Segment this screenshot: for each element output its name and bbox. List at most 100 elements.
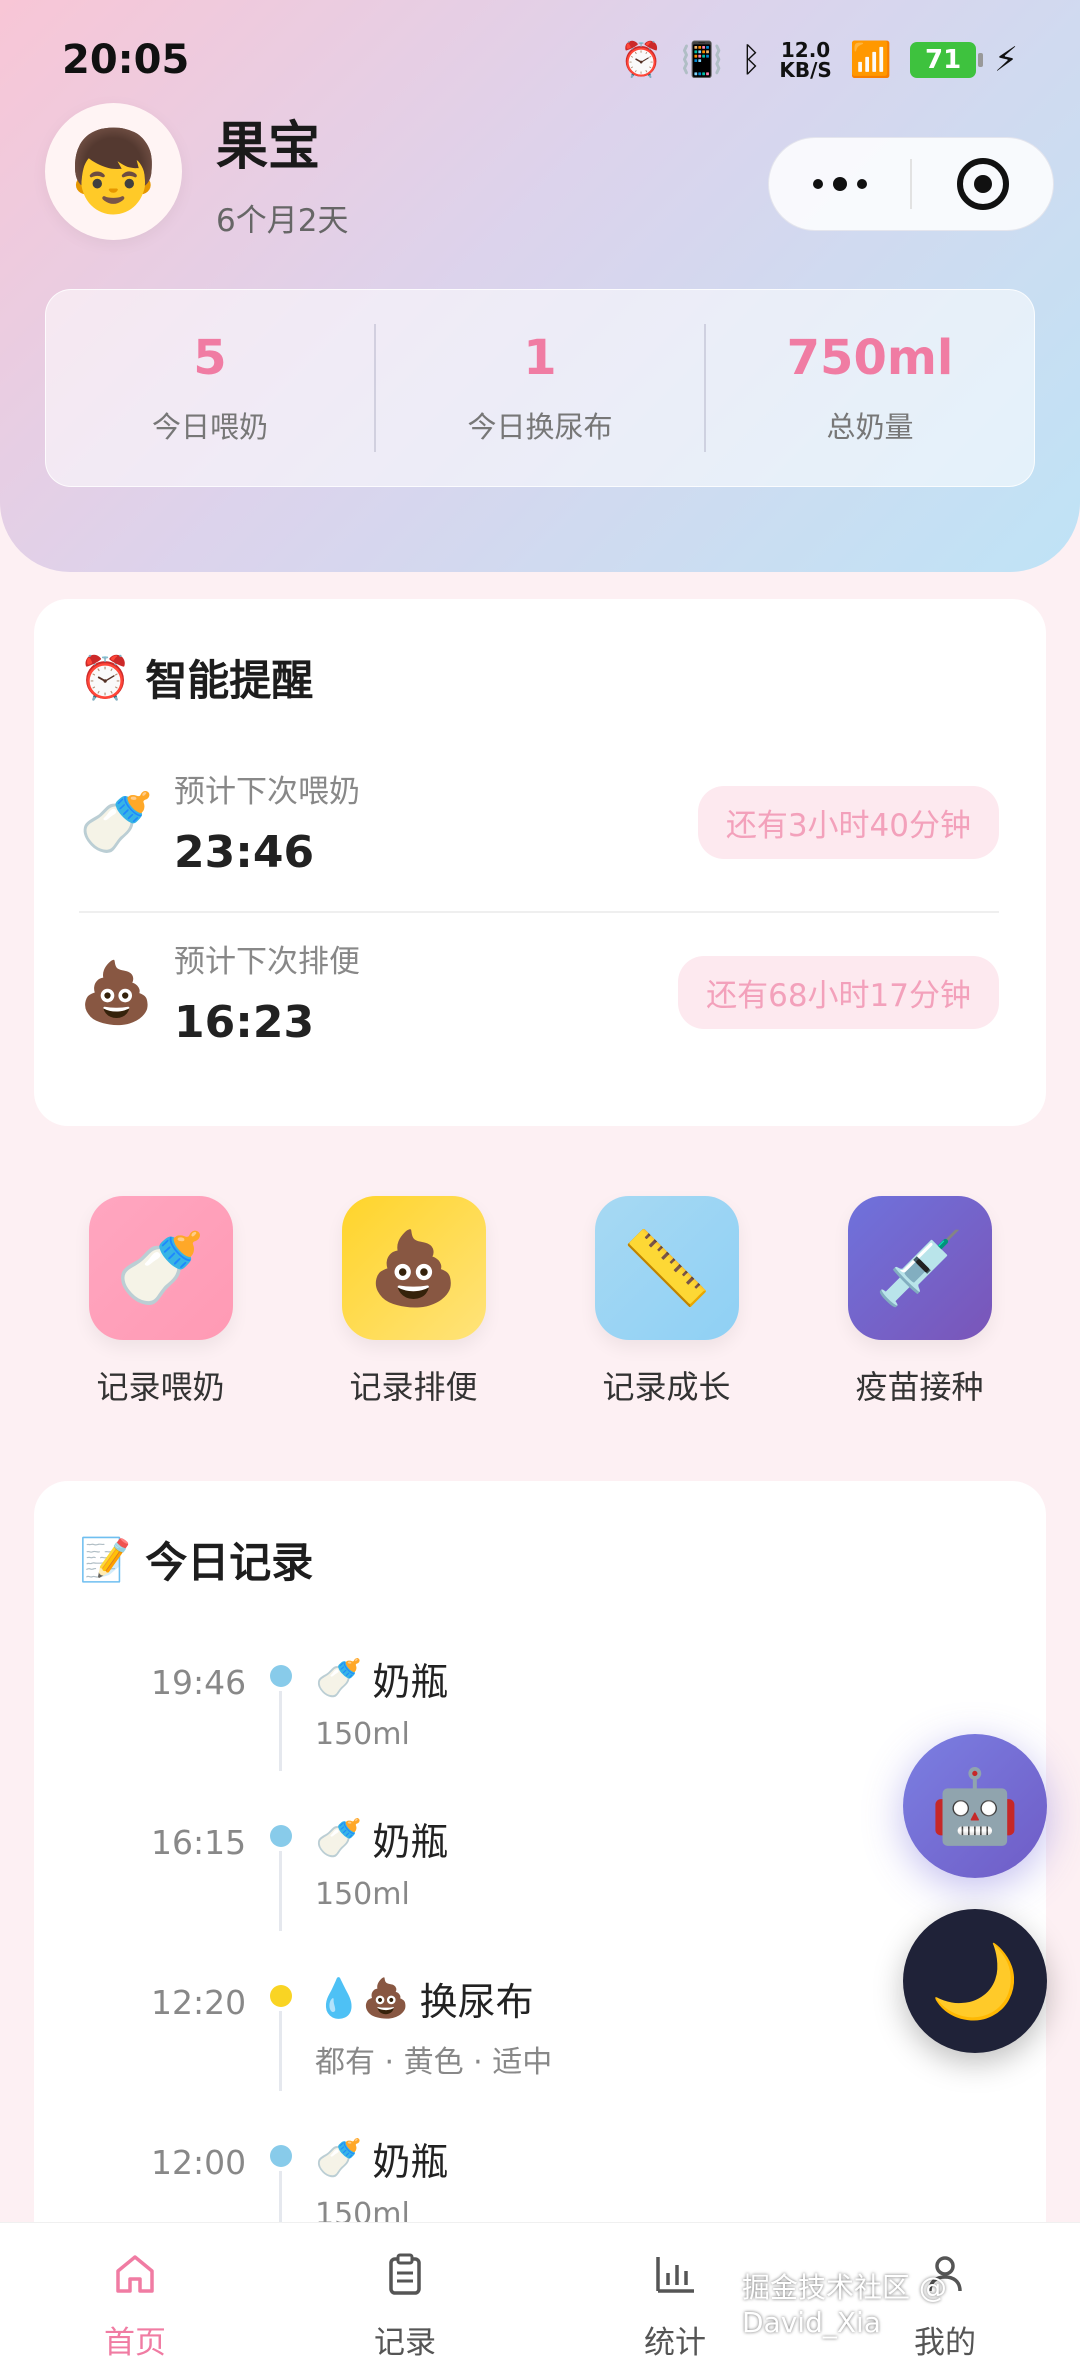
clipboard-icon	[382, 2251, 428, 2297]
tab-label: 首页	[104, 2325, 166, 2361]
summary-feedings: 5 今日喂奶	[46, 330, 374, 446]
reminder-text: 预计下次排便 16:23	[174, 936, 678, 1048]
robot-icon: 🤖	[930, 1763, 1020, 1848]
record-detail: 150ml	[315, 1877, 410, 1912]
tab-home[interactable]: 首页	[0, 2223, 270, 2376]
timeline-item[interactable]: 16:15 🍼 奶瓶 150ml	[79, 1811, 979, 1971]
record-time: 12:20	[151, 1983, 247, 2022]
miniprogram-capsule	[768, 137, 1054, 231]
records-timeline: 19:46 🍼 奶瓶 150ml 16:15 🍼 奶瓶 150ml 12:20	[79, 1651, 979, 2291]
record-title-text: 奶瓶	[372, 1660, 449, 1704]
baby-bottle-icon: 🍼	[79, 787, 154, 858]
status-time: 20:05	[62, 37, 190, 83]
target-icon	[956, 158, 1009, 210]
net-speed: 12.0 KB/S	[779, 40, 831, 80]
baby-bottle-icon: 🍼	[88, 1196, 233, 1340]
status-bar: 20:05 ⏰ 📳 ᛒ 12.0 KB/S 📶 71 ⚡	[0, 0, 1080, 120]
vaccination-button[interactable]: 💉 疫苗接种	[820, 1196, 1020, 1416]
record-title: 🍼 奶瓶	[315, 2131, 448, 2186]
alarm-icon: ⏰	[620, 40, 663, 80]
avatar[interactable]: 👦	[45, 103, 182, 240]
memo-icon: 📝	[79, 1534, 132, 1584]
reminder-title: ⏰ 智能提醒	[79, 647, 313, 708]
timeline-dot	[270, 1665, 292, 1687]
timeline-item[interactable]: 19:46 🍼 奶瓶 150ml	[79, 1651, 979, 1811]
reminder-time: 23:46	[174, 827, 315, 878]
record-time: 19:46	[151, 1663, 247, 1702]
reminder-next-feeding[interactable]: 🍼 预计下次喂奶 23:46 还有3小时40分钟	[79, 747, 999, 897]
baby-profile[interactable]: 👦 果宝 6个月2天	[45, 103, 348, 240]
more-dots-icon	[812, 177, 867, 191]
summary-value: 750ml	[786, 330, 954, 386]
summary-label: 今日喂奶	[151, 410, 268, 444]
record-title: 🍼 奶瓶	[315, 1651, 448, 1706]
charging-icon: ⚡	[994, 40, 1018, 80]
countdown-badge: 还有3小时40分钟	[697, 785, 999, 859]
quick-actions: 🍼 记录喂奶 💩 记录排便 📏 记录成长 💉 疫苗接种	[34, 1196, 1046, 1416]
watermark: 掘金技术社区 @ David_Xia	[742, 2271, 947, 2339]
reminder-label: 预计下次排便	[174, 944, 360, 980]
more-button[interactable]	[769, 138, 910, 230]
record-stool-button[interactable]: 💩 记录排便	[314, 1196, 514, 1416]
droplet-poop-icon: 💧💩	[315, 1976, 410, 2020]
timeline-dot	[270, 2145, 292, 2167]
baby-bottle-icon: 🍼	[315, 1816, 363, 1860]
summary-value: 5	[193, 330, 227, 386]
record-detail: 150ml	[315, 1717, 410, 1752]
net-speed-value: 12.0	[780, 38, 831, 62]
record-growth-button[interactable]: 📏 记录成长	[567, 1196, 767, 1416]
syringe-icon: 💉	[847, 1196, 992, 1340]
reminder-label: 预计下次喂奶	[174, 774, 360, 810]
status-icons: ⏰ 📳 ᛒ 12.0 KB/S 📶 71 ⚡	[620, 40, 1018, 80]
record-time: 16:15	[151, 1823, 247, 1862]
night-mode-button[interactable]: 🌙	[903, 1909, 1047, 2053]
home-icon	[112, 2251, 158, 2297]
summary-value: 1	[523, 330, 557, 386]
close-miniprogram-button[interactable]	[912, 138, 1053, 230]
timeline-line	[279, 1691, 282, 1771]
tab-records[interactable]: 记录	[270, 2223, 540, 2376]
timeline-item[interactable]: 12:20 💧💩 换尿布 都有 · 黄色 · 适中	[79, 1971, 979, 2131]
bar-chart-icon	[652, 2251, 698, 2297]
reminder-title-text: 智能提醒	[145, 656, 314, 705]
reminder-text: 预计下次喂奶 23:46	[174, 766, 698, 878]
record-title-text: 换尿布	[419, 1980, 534, 2024]
poop-icon: 💩	[79, 957, 154, 1028]
record-time: 12:00	[151, 2143, 247, 2182]
quick-action-label: 记录喂奶	[96, 1368, 225, 1406]
moon-icon: 🌙	[930, 1938, 1020, 2023]
ruler-icon: 📏	[594, 1196, 739, 1340]
profile-text: 果宝 6个月2天	[216, 104, 348, 240]
battery-indicator: 71	[910, 42, 984, 78]
records-title-text: 今日记录	[145, 1538, 314, 1587]
record-title: 🍼 奶瓶	[315, 1811, 448, 1866]
record-title: 💧💩 换尿布	[315, 1971, 534, 2026]
summary-label: 今日换尿布	[467, 410, 613, 444]
baby-age: 6个月2天	[216, 202, 349, 239]
vibrate-icon: 📳	[680, 40, 723, 80]
signal-5g-icon: 📶	[849, 40, 893, 80]
net-speed-unit: KB/S	[779, 58, 832, 82]
timeline-line	[279, 2011, 282, 2091]
timeline-dot	[270, 1985, 292, 2007]
divider	[79, 911, 999, 913]
record-title-text: 奶瓶	[372, 1820, 449, 1864]
record-feeding-button[interactable]: 🍼 记录喂奶	[61, 1196, 261, 1416]
timeline-line	[279, 1851, 282, 1931]
baby-name: 果宝	[216, 116, 321, 177]
smart-reminder-card: ⏰ 智能提醒 🍼 预计下次喂奶 23:46 还有3小时40分钟 💩 预计下次排便…	[34, 599, 1046, 1126]
tab-label: 记录	[374, 2325, 436, 2361]
countdown-badge: 还有68小时17分钟	[678, 955, 999, 1029]
record-title-text: 奶瓶	[372, 2140, 449, 2184]
quick-action-label: 记录成长	[602, 1368, 731, 1406]
quick-action-label: 记录排便	[349, 1368, 478, 1406]
summary-label: 总奶量	[826, 410, 914, 444]
records-title: 📝 今日记录	[79, 1529, 313, 1590]
timeline-dot	[270, 1825, 292, 1847]
tab-label: 统计	[644, 2325, 706, 2361]
reminder-next-stool[interactable]: 💩 预计下次排便 16:23 还有68小时17分钟	[79, 917, 999, 1067]
quick-action-label: 疫苗接种	[855, 1368, 984, 1406]
daily-summary-card: 5 今日喂奶 1 今日换尿布 750ml 总奶量	[45, 289, 1035, 487]
ai-assistant-button[interactable]: 🤖	[903, 1734, 1047, 1878]
summary-total-milk: 750ml 总奶量	[706, 330, 1034, 446]
